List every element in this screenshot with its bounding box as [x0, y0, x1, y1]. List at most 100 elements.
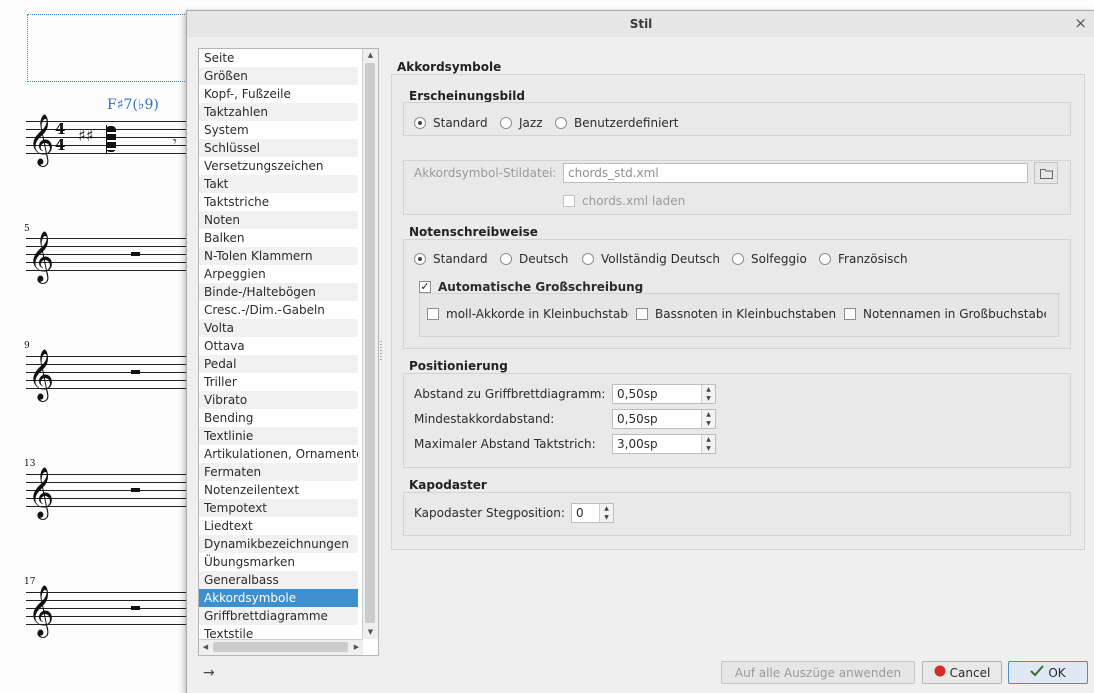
radio-off-icon — [555, 117, 567, 129]
sidebar-item[interactable]: Binde-/Haltebögen — [199, 283, 358, 301]
spin-down-icon[interactable]: ▼ — [702, 419, 715, 428]
sidebar-item[interactable]: Seite — [199, 49, 358, 67]
ok-button[interactable]: OK — [1008, 661, 1088, 684]
sidebar-item[interactable]: Griffbrettdiagramme — [199, 607, 358, 625]
radio-notation-french[interactable]: Französisch — [819, 252, 908, 266]
scroll-up-icon[interactable]: ▲ — [363, 49, 378, 62]
sidebar-item[interactable]: Notenzeilentext — [199, 481, 358, 499]
treble-clef-icon: 𝄞 — [28, 349, 55, 400]
close-icon[interactable]: × — [1074, 14, 1087, 32]
apply-all-parts-button[interactable]: Auf alle Auszüge anwenden — [721, 661, 915, 684]
spin-down-icon[interactable]: ▼ — [702, 444, 715, 453]
sidebar-item[interactable]: Taktzahlen — [199, 103, 358, 121]
chord-notes[interactable] — [106, 126, 116, 152]
scrollbar-thumb[interactable] — [365, 63, 375, 623]
sidebar-item[interactable]: Balken — [199, 229, 358, 247]
min-chord-distance-spinbox[interactable]: 0,50sp ▲ ▼ — [612, 409, 716, 429]
radio-notation-full-german[interactable]: Vollständig Deutsch — [582, 252, 720, 266]
spin-down-icon[interactable]: ▼ — [600, 513, 613, 522]
spin-up-icon[interactable]: ▲ — [600, 504, 613, 513]
sidebar-item[interactable]: Vibrato — [199, 391, 358, 409]
radio-off-icon — [500, 117, 512, 129]
sidebar-item[interactable]: Takt — [199, 175, 358, 193]
radio-notation-german[interactable]: Deutsch — [500, 252, 568, 266]
dialog-titlebar[interactable]: Stil × — [187, 11, 1094, 37]
sidebar-item[interactable]: Textlinie — [199, 427, 358, 445]
cancel-button[interactable]: Cancel — [922, 661, 1002, 684]
scroll-right-icon[interactable]: ▶ — [350, 640, 363, 655]
spin-up-icon[interactable]: ▲ — [702, 410, 715, 419]
whole-rest-icon[interactable] — [131, 252, 140, 256]
sidebar-item[interactable]: Noten — [199, 211, 358, 229]
sidebar-item[interactable]: Fermaten — [199, 463, 358, 481]
sidebar-item[interactable]: Triller — [199, 373, 358, 391]
sidebar-item[interactable]: Cresc.-/Dim.-Gabeln — [199, 301, 358, 319]
sidebar-item[interactable]: Pedal — [199, 355, 358, 373]
sidebar-item[interactable]: Akkordsymbole — [199, 589, 358, 607]
sidebar-item[interactable]: Versetzungszeichen — [199, 157, 358, 175]
treble-clef-icon: 𝄞 — [28, 585, 55, 636]
browse-button[interactable] — [1034, 162, 1058, 184]
title-frame[interactable] — [27, 14, 199, 82]
scroll-down-icon[interactable]: ▼ — [363, 626, 378, 639]
sidebar-item[interactable]: System — [199, 121, 358, 139]
sidebar-item[interactable]: Artikulationen, Ornamente — [199, 445, 358, 463]
folder-icon — [1040, 169, 1053, 179]
autocap-checkbox[interactable]: ✓ Automatische Großschreibung — [419, 280, 643, 294]
stylefile-input[interactable]: chords_std.xml — [563, 163, 1028, 183]
splitter-handle[interactable] — [380, 341, 382, 361]
max-barline-distance-label: Maximaler Abstand Taktstrich: — [414, 437, 596, 451]
horizontal-scrollbar[interactable]: ◀ ▶ — [199, 639, 363, 655]
radio-appearance-custom[interactable]: Benutzerdefiniert — [555, 116, 678, 130]
capo-position-spinbox[interactable]: 0 ▲ ▼ — [571, 503, 614, 523]
scrollbar-thumb[interactable] — [213, 642, 348, 652]
fretboard-distance-label: Abstand zu Griffbrettdiagramm: — [414, 387, 606, 401]
style-dialog: Stil × Seite Größen Kopf-, Fußzeile Taktzah… — [186, 10, 1094, 693]
sidebar-item[interactable]: Generalbass — [199, 571, 358, 589]
sidebar-item[interactable]: Schlüssel — [199, 139, 358, 157]
radio-notation-solfeggio[interactable]: Solfeggio — [732, 252, 807, 266]
radio-appearance-standard[interactable]: Standard — [414, 116, 488, 130]
checkbox-icon — [427, 308, 439, 320]
radio-on-icon — [414, 253, 426, 265]
sidebar-item[interactable]: Liedtext — [199, 517, 358, 535]
whole-rest-icon[interactable] — [131, 606, 140, 610]
sidebar-item[interactable]: Kopf-, Fußzeile — [199, 85, 358, 103]
time-signature[interactable]: 44 — [55, 121, 65, 153]
whole-rest-icon[interactable] — [131, 488, 140, 492]
key-accidentals[interactable]: ♯♯ — [78, 126, 93, 145]
style-page-list[interactable]: Seite Größen Kopf-, Fußzeile Taktzahlen Syst… — [198, 48, 379, 656]
vertical-scrollbar[interactable]: ▲ ▼ — [362, 49, 378, 639]
sidebar-item[interactable]: N-Tolen Klammern — [199, 247, 358, 265]
sidebar-item[interactable]: Übungsmarken — [199, 553, 358, 571]
checkbox-icon — [563, 195, 575, 207]
chord-symbol[interactable]: F♯7(♭9) — [107, 97, 159, 113]
checkbox-icon — [844, 308, 856, 320]
spin-down-icon[interactable]: ▼ — [702, 394, 715, 403]
load-chords-xml-checkbox[interactable]: chords.xml laden — [563, 194, 685, 208]
scroll-left-icon[interactable]: ◀ — [199, 640, 212, 655]
sidebar-item[interactable]: Dynamikbezeichnungen — [199, 535, 358, 553]
sidebar-item[interactable]: Bending — [199, 409, 358, 427]
sidebar-item[interactable]: Tempotext — [199, 499, 358, 517]
sidebar-item[interactable]: Ottava — [199, 337, 358, 355]
radio-appearance-jazz[interactable]: Jazz — [500, 116, 543, 130]
sidebar-item[interactable]: Größen — [199, 67, 358, 85]
sidebar-item[interactable]: Arpeggien — [199, 265, 358, 283]
sidebar-item[interactable]: Taktstriche — [199, 193, 358, 211]
radio-off-icon — [500, 253, 512, 265]
whole-rest-icon[interactable] — [131, 370, 140, 374]
minor-lowercase-checkbox[interactable]: moll-Akkorde in Kleinbuchstaben — [427, 307, 629, 321]
min-chord-distance-label: Mindestakkordabstand: — [414, 412, 555, 426]
sidebar-item[interactable]: Volta — [199, 319, 358, 337]
notenames-uppercase-checkbox[interactable]: Notennamen in Großbuchstaben — [844, 307, 1046, 321]
max-barline-distance-spinbox[interactable]: 3,00sp ▲ ▼ — [612, 434, 716, 454]
bass-lowercase-checkbox[interactable]: Bassnoten in Kleinbuchstaben — [636, 307, 836, 321]
radio-notation-standard[interactable]: Standard — [414, 252, 488, 266]
checkbox-icon — [636, 308, 648, 320]
fretboard-distance-spinbox[interactable]: 0,50sp ▲ ▼ — [612, 384, 716, 404]
spin-up-icon[interactable]: ▲ — [702, 435, 715, 444]
spin-up-icon[interactable]: ▲ — [702, 385, 715, 394]
page-title: Akkordsymbole — [397, 60, 506, 74]
arrow-right-icon[interactable]: → — [203, 665, 215, 681]
